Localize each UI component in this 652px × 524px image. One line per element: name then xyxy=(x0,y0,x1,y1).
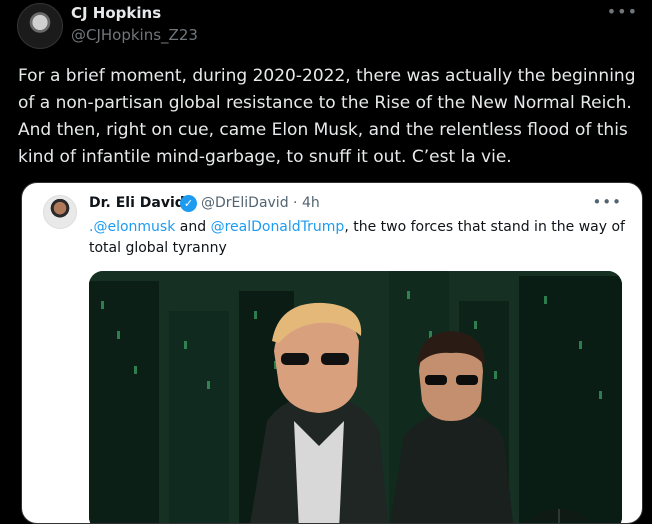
post-text: For a brief moment, during 2020-2022, th… xyxy=(18,66,636,167)
quoted-author-name[interactable]: Dr. Eli David xyxy=(89,195,185,211)
verified-badge-icon: ✓ xyxy=(180,195,197,212)
quoted-more-icon[interactable]: ••• xyxy=(592,193,622,211)
author-avatar[interactable] xyxy=(17,3,63,49)
mention-elonmusk[interactable]: .@elonmusk xyxy=(89,219,175,235)
quoted-text-and: and xyxy=(175,219,211,235)
more-icon[interactable]: ••• xyxy=(607,2,638,21)
quoted-post-text: .@elonmusk and @realDonaldTrump, the two… xyxy=(89,217,629,259)
quoted-post-time[interactable]: 4h xyxy=(302,195,320,211)
author-handle[interactable]: @CJHopkins_Z23 xyxy=(71,26,198,44)
quoted-post-image[interactable] xyxy=(89,271,622,523)
mention-realdonaldtrump[interactable]: @realDonaldTrump xyxy=(211,219,345,235)
quoted-author-meta: @DrEliDavid · 4h xyxy=(201,195,320,211)
image-illustration xyxy=(89,271,622,523)
quoted-author-handle[interactable]: @DrEliDavid xyxy=(201,195,289,211)
post: CJ Hopkins @CJHopkins_Z23 ••• For a brie… xyxy=(0,0,652,524)
author-name[interactable]: CJ Hopkins xyxy=(71,4,161,22)
quoted-author-avatar[interactable] xyxy=(43,195,77,229)
meta-separator: · xyxy=(293,195,298,211)
quoted-post-card[interactable]: Dr. Eli David ✓ @DrEliDavid · 4h ••• .@e… xyxy=(21,182,643,524)
